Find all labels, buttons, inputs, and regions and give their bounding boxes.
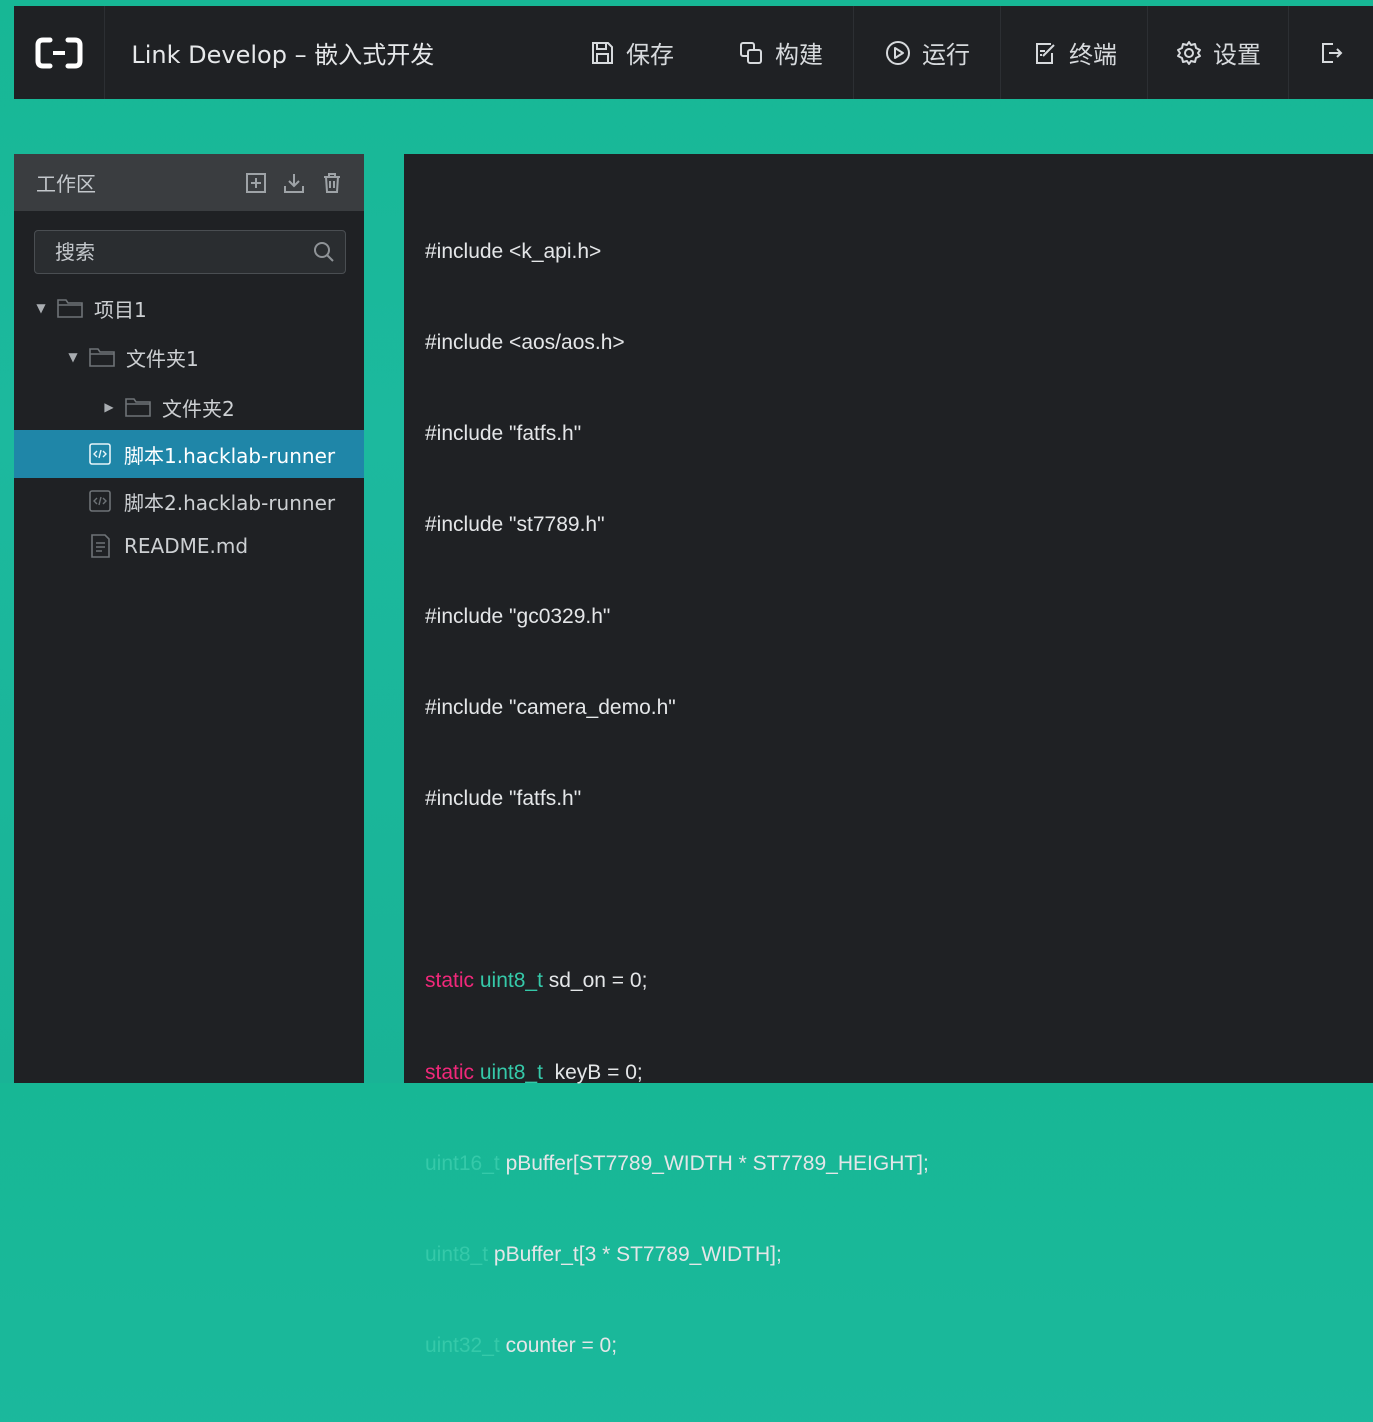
tree-item-readme[interactable]: README.md bbox=[14, 524, 364, 568]
gear-icon bbox=[1177, 40, 1201, 65]
download-icon[interactable] bbox=[282, 171, 306, 195]
trash-icon[interactable] bbox=[320, 171, 344, 195]
keyword-token: static bbox=[425, 969, 475, 993]
terminal-label: 终端 bbox=[1069, 41, 1117, 69]
folder-icon bbox=[88, 345, 116, 369]
search-box bbox=[34, 230, 346, 274]
logo[interactable] bbox=[14, 6, 106, 99]
code-line: uint32_t counter = 0; bbox=[425, 1331, 929, 1361]
bracket-logo-icon bbox=[35, 37, 83, 68]
caret-down-icon[interactable]: ▼ bbox=[34, 301, 48, 315]
caret-right-icon[interactable]: ▶ bbox=[102, 400, 116, 414]
folder-icon bbox=[124, 395, 152, 419]
tree-item-label: 脚本2.hacklab-runner bbox=[124, 490, 336, 515]
code-line: #include "gc0329.h" bbox=[425, 604, 611, 628]
tree-item-script1[interactable]: 脚本1.hacklab-runner bbox=[14, 430, 364, 478]
tree-item-project1[interactable]: ▼ 项目1 bbox=[14, 286, 364, 330]
top-bar: Link Develop – 嵌入式开发 保存 构建 运行 终端 设置 bbox=[14, 6, 1373, 99]
code-file-icon bbox=[86, 489, 114, 513]
workspace-title: 工作区 bbox=[36, 172, 96, 196]
tree-item-label: 项目1 bbox=[94, 297, 147, 322]
type-token: uint32_t bbox=[425, 1334, 500, 1358]
run-label: 运行 bbox=[922, 41, 970, 69]
type-token: uint8_t bbox=[479, 1060, 543, 1084]
build-icon bbox=[740, 41, 762, 64]
workspace-sidebar: 工作区 ▼ 项目1 ▼ bbox=[14, 154, 364, 1083]
save-icon bbox=[592, 41, 613, 64]
code-line: #include <aos/aos.h> bbox=[425, 331, 625, 355]
exit-button[interactable] bbox=[1288, 6, 1373, 99]
code-token: keyB = 0; bbox=[542, 1060, 643, 1084]
tree-item-folder2[interactable]: ▶ 文件夹2 bbox=[14, 384, 364, 430]
caret-down-icon[interactable]: ▼ bbox=[66, 350, 80, 364]
code-token: pBuffer_t[3 * ST7789_WIDTH]; bbox=[488, 1243, 782, 1267]
build-label: 构建 bbox=[775, 41, 823, 69]
tree-item-label: 脚本1.hacklab-runner bbox=[124, 443, 336, 468]
type-token: uint8_t bbox=[479, 969, 543, 993]
code-line: uint8_t pBuffer_t[3 * ST7789_WIDTH]; bbox=[425, 1240, 929, 1270]
tree-item-script2[interactable]: 脚本2.hacklab-runner bbox=[14, 478, 364, 524]
code-content[interactable]: #include <k_api.h> #include <aos/aos.h> … bbox=[425, 176, 929, 1422]
code-file-icon bbox=[86, 442, 114, 466]
type-token: uint8_t bbox=[425, 1243, 489, 1267]
folder-icon bbox=[56, 296, 84, 320]
tree-item-folder1[interactable]: ▼ 文件夹1 bbox=[14, 330, 364, 384]
document-icon bbox=[86, 534, 114, 558]
code-line: uint16_t pBuffer[ST7789_WIDTH * ST7789_H… bbox=[425, 1149, 929, 1179]
type-token: uint16_t bbox=[425, 1151, 500, 1175]
search-input[interactable] bbox=[35, 239, 313, 265]
exit-icon bbox=[1322, 42, 1343, 63]
search-icon[interactable] bbox=[313, 241, 335, 263]
settings-button[interactable]: 设置 bbox=[1147, 6, 1288, 99]
code-editor[interactable]: #include <k_api.h> #include <aos/aos.h> … bbox=[404, 154, 1373, 1357]
code-line: #include <k_api.h> bbox=[425, 239, 602, 263]
file-tree: ▼ 项目1 ▼ 文件夹1 ▶ 文件夹2 脚本1.hacklab-runner 脚… bbox=[14, 286, 364, 568]
code-token: pBuffer[ST7789_WIDTH * ST7789_HEIGHT]; bbox=[499, 1151, 929, 1175]
code-token: sd_on = 0; bbox=[542, 969, 648, 993]
save-button[interactable]: 保存 bbox=[555, 6, 707, 99]
settings-label: 设置 bbox=[1213, 41, 1261, 69]
code-line: #include "st7789.h" bbox=[425, 513, 605, 537]
app-title: Link Develop – 嵌入式开发 bbox=[131, 41, 435, 69]
code-line: static uint8_t sd_on = 0; bbox=[425, 966, 929, 996]
code-token: counter = 0; bbox=[499, 1334, 618, 1358]
tree-item-label: 文件夹2 bbox=[162, 396, 235, 421]
code-line: #include "camera_demo.h" bbox=[425, 695, 676, 719]
build-button[interactable]: 构建 bbox=[707, 6, 853, 99]
play-circle-icon bbox=[886, 40, 910, 65]
code-line: static uint8_t keyB = 0; bbox=[425, 1058, 929, 1088]
tree-item-label: 文件夹1 bbox=[126, 346, 199, 371]
code-line: #include "fatfs.h" bbox=[425, 787, 582, 811]
save-label: 保存 bbox=[626, 41, 674, 69]
terminal-button[interactable]: 终端 bbox=[1000, 6, 1147, 99]
code-line-empty bbox=[425, 875, 929, 905]
tree-item-label: README.md bbox=[124, 534, 249, 558]
code-line: #include "fatfs.h" bbox=[425, 422, 582, 446]
keyword-token: static bbox=[425, 1060, 475, 1084]
toolbar: 保存 构建 运行 终端 设置 bbox=[555, 6, 1373, 99]
add-icon[interactable] bbox=[244, 171, 268, 195]
edit-icon bbox=[1036, 42, 1055, 64]
workspace-header: 工作区 bbox=[14, 154, 364, 211]
run-button[interactable]: 运行 bbox=[853, 6, 1000, 99]
